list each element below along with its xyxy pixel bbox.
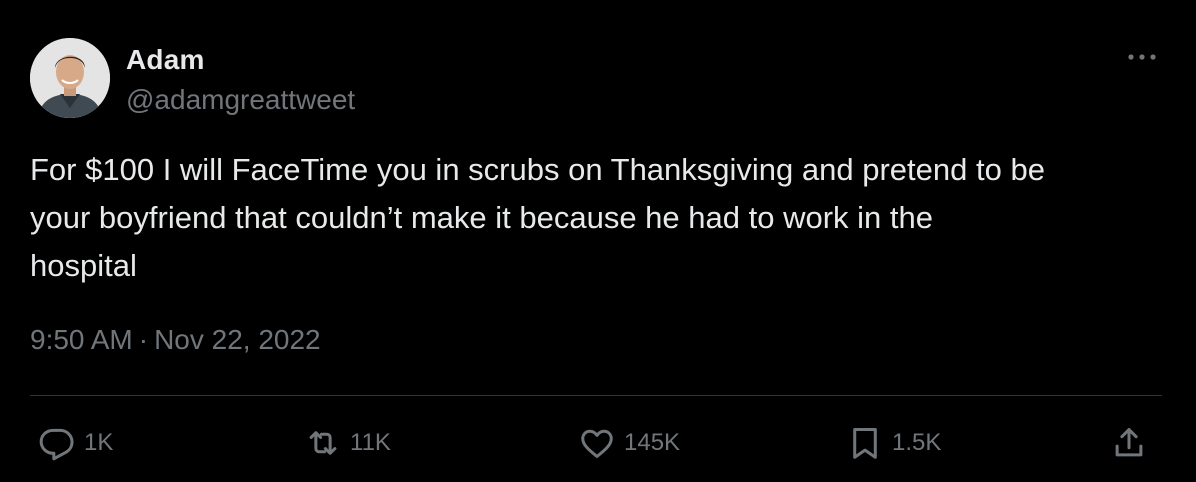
- action-bar: 1K 11K 145K 1.5K: [0, 418, 1196, 470]
- more-options-button[interactable]: [1124, 42, 1160, 72]
- tweet-text: For $100 I will FaceTime you in scrubs o…: [30, 152, 1045, 283]
- share-icon: [1115, 428, 1143, 457]
- share-button[interactable]: [1110, 424, 1148, 462]
- reply-count: 1K: [84, 429, 114, 456]
- reply-button[interactable]: 1K: [38, 424, 113, 462]
- heart-icon: [581, 429, 613, 458]
- like-count: 145K: [624, 429, 681, 456]
- like-button[interactable]: 145K: [578, 424, 680, 462]
- author-handle[interactable]: @adamgreattweet: [126, 84, 355, 116]
- bookmark-button[interactable]: 1.5K: [846, 424, 941, 462]
- avatar-image: [30, 38, 110, 118]
- retweet-icon: [309, 431, 337, 455]
- retweet-button[interactable]: 11K: [304, 424, 391, 462]
- divider: [30, 395, 1162, 396]
- bookmark-count: 1.5K: [892, 429, 942, 456]
- bookmark-icon: [853, 428, 877, 459]
- tweet-time: 9:50 AM: [30, 324, 133, 355]
- avatar[interactable]: [30, 38, 110, 118]
- timestamp-separator: ·: [138, 324, 149, 355]
- reply-icon: [39, 428, 74, 461]
- retweet-count: 11K: [350, 429, 391, 456]
- more-horizontal-icon: [1128, 54, 1156, 60]
- tweet-card: Adam @adamgreattweet For $100 I will Fac…: [0, 0, 1196, 482]
- tweet-timestamp[interactable]: 9:50 AM · Nov 22, 2022: [30, 324, 321, 356]
- author-display-name[interactable]: Adam: [126, 44, 205, 76]
- tweet-date: Nov 22, 2022: [154, 324, 321, 355]
